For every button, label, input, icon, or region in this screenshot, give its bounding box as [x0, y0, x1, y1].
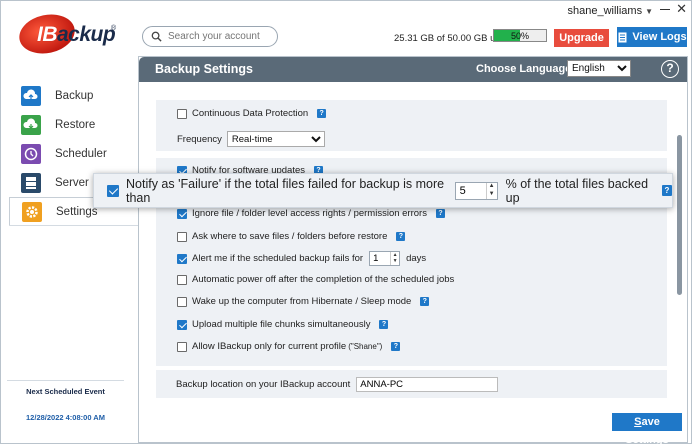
- auto-power-off-checkbox[interactable]: [177, 274, 187, 285]
- sidebar-item-backup[interactable]: Backup: [9, 81, 139, 110]
- save-settings-button[interactable]: Save Settings: [612, 413, 682, 444]
- help-icon[interactable]: ?: [435, 209, 445, 218]
- minimize-icon[interactable]: [659, 3, 671, 15]
- storage-usage-bar: 50%: [493, 29, 547, 42]
- profile-name: ("Shane"): [348, 342, 383, 351]
- alert-days-suffix: days: [406, 253, 427, 264]
- cdp-checkbox[interactable]: [177, 108, 187, 119]
- help-icon[interactable]: ?: [391, 342, 401, 351]
- alert-days-stepper[interactable]: ▲▼: [369, 251, 401, 266]
- user-menu[interactable]: shane_williams ▼: [567, 5, 653, 17]
- next-event-title: Next Scheduled Event: [26, 387, 105, 396]
- failure-percent-input[interactable]: [455, 184, 486, 197]
- sidebar-item-scheduler[interactable]: Scheduler: [9, 139, 139, 168]
- allow-profile-checkbox[interactable]: [177, 341, 187, 352]
- increment-icon: ▲: [392, 251, 398, 258]
- next-scheduled-event: Next Scheduled Event 12/28/2022 4:08:00 …: [7, 380, 124, 422]
- ibackup-logo: IBackup ®: [15, 9, 119, 59]
- server-icon: [21, 172, 41, 193]
- username: shane_williams: [567, 5, 643, 17]
- decrement-icon: ▼: [488, 191, 495, 197]
- failure-threshold-row: Notify as 'Failure' if the total files f…: [93, 173, 673, 208]
- wake-up-label: Wake up the computer from Hibernate / Sl…: [192, 296, 412, 307]
- document-icon: [618, 32, 627, 42]
- cloud-upload-icon: [21, 85, 41, 106]
- help-icon[interactable]: ?: [420, 297, 430, 306]
- ignore-rights-label: Ignore file / folder level access rights…: [192, 208, 427, 219]
- search-icon: [151, 31, 162, 42]
- failure-threshold-checkbox[interactable]: [107, 184, 119, 197]
- backup-location-input[interactable]: [356, 377, 499, 392]
- calendar-icon: [21, 143, 41, 164]
- alert-fail-checkbox[interactable]: [177, 253, 187, 264]
- frequency-select[interactable]: Real-time: [226, 131, 325, 147]
- failure-threshold-label: Notify as 'Failure' if the total files f…: [126, 176, 445, 205]
- sidebar-item-restore[interactable]: Restore: [9, 110, 139, 139]
- panel-header: Backup Settings Choose Language English …: [139, 57, 687, 82]
- storage-usage-percent: 50%: [510, 31, 529, 41]
- allow-profile-label: Allow IBackup only for current profile: [192, 341, 347, 352]
- sidebar-item-label: Settings: [56, 205, 98, 218]
- increment-icon: ▲: [488, 183, 495, 189]
- help-icon[interactable]: ?: [661, 185, 672, 196]
- language-select[interactable]: English: [567, 60, 631, 77]
- frequency-label: Frequency: [177, 133, 222, 145]
- help-icon[interactable]: ?: [396, 232, 406, 241]
- cdp-section: Continuous Data Protection ? Frequency R…: [156, 100, 667, 151]
- chevron-down-icon: ▼: [645, 6, 653, 16]
- panel-title: Backup Settings: [155, 62, 253, 76]
- gear-icon: [22, 201, 42, 222]
- ignore-rights-checkbox[interactable]: [177, 208, 187, 219]
- sidebar-item-label: Scheduler: [55, 147, 107, 160]
- language-label: Choose Language: [476, 63, 572, 75]
- alert-fail-label: Alert me if the scheduled backup fails f…: [192, 253, 364, 264]
- next-event-date: 12/28/2022 4:08:00 AM: [26, 413, 105, 422]
- upgrade-button[interactable]: Upgrade: [554, 29, 609, 47]
- ask-where-checkbox[interactable]: [177, 231, 187, 242]
- help-icon[interactable]: ?: [317, 109, 327, 118]
- cdp-label: Continuous Data Protection: [192, 108, 309, 119]
- upload-chunks-checkbox[interactable]: [177, 319, 187, 330]
- backup-location-section: Backup location on your IBackup account: [156, 370, 667, 398]
- sidebar-item-label: Restore: [55, 118, 96, 131]
- auto-power-off-label: Automatic power off after the completion…: [192, 274, 455, 285]
- ask-where-label: Ask where to save files / folders before…: [192, 231, 388, 242]
- alert-days-input[interactable]: [370, 253, 391, 264]
- backup-settings-panel: Backup Settings Choose Language English …: [138, 56, 688, 444]
- wake-up-checkbox[interactable]: [177, 296, 187, 307]
- upload-chunks-label: Upload multiple file chunks simultaneous…: [192, 319, 371, 330]
- decrement-icon: ▼: [392, 258, 398, 265]
- search-input[interactable]: [168, 31, 273, 42]
- app-window: shane_williams ▼ ✕ IBackup ® 25.31 GB of…: [0, 0, 692, 444]
- failure-threshold-suffix: % of the total files backed up: [505, 176, 649, 205]
- view-logs-button[interactable]: View Logs: [617, 27, 687, 47]
- failure-percent-stepper[interactable]: ▲▼: [454, 181, 498, 200]
- cloud-download-icon: [21, 114, 41, 135]
- scrollbar[interactable]: [677, 100, 682, 398]
- help-icon[interactable]: ?: [379, 320, 389, 329]
- close-icon[interactable]: ✕: [676, 1, 687, 17]
- backup-location-label: Backup location on your IBackup account: [176, 379, 351, 390]
- search-box[interactable]: [142, 26, 278, 47]
- sidebar-item-label: Backup: [55, 89, 94, 102]
- help-icon[interactable]: ?: [661, 60, 679, 78]
